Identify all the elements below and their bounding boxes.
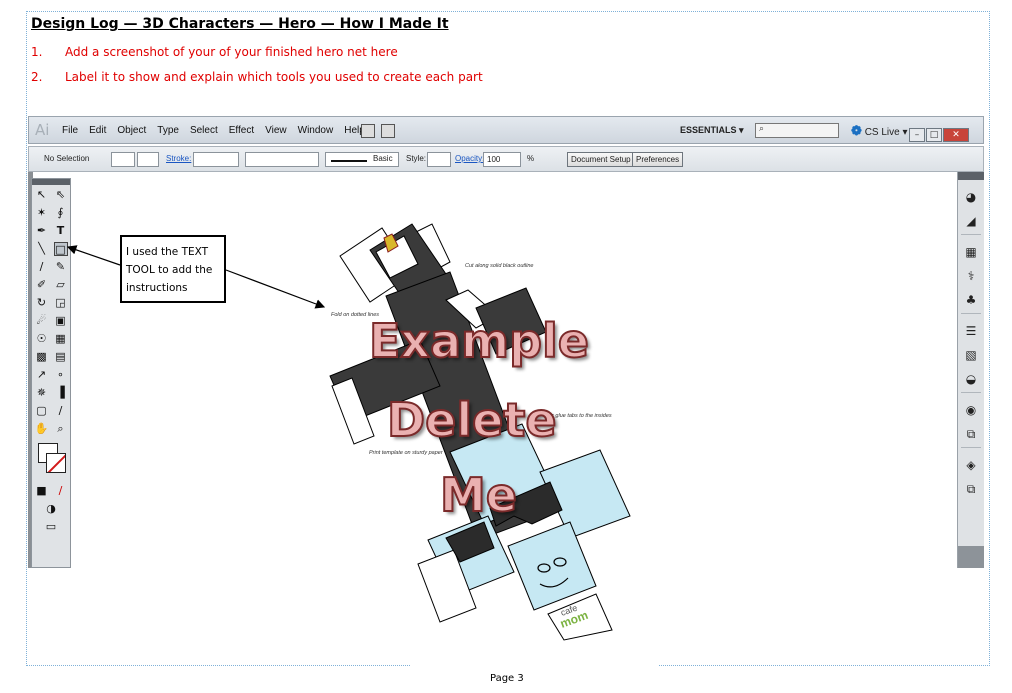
- cut-instruction: Cut along solid black outline: [465, 263, 534, 269]
- glue-instruction: or glue tabs to the insides: [549, 413, 612, 419]
- overlay-text-me: Me: [439, 467, 518, 523]
- overlay-text-example: Example: [368, 313, 590, 369]
- face-panel-front: [507, 521, 597, 611]
- annotation-callout: I used the TEXT TOOL to add the instruct…: [120, 235, 226, 303]
- footer-gap: [410, 662, 658, 670]
- arrow-to-type-tool: [66, 245, 121, 266]
- print-instruction: Print template on sturdy paper: [369, 450, 443, 456]
- overlay-text-delete: Delete: [386, 392, 558, 448]
- page-number: Page 3: [490, 673, 524, 684]
